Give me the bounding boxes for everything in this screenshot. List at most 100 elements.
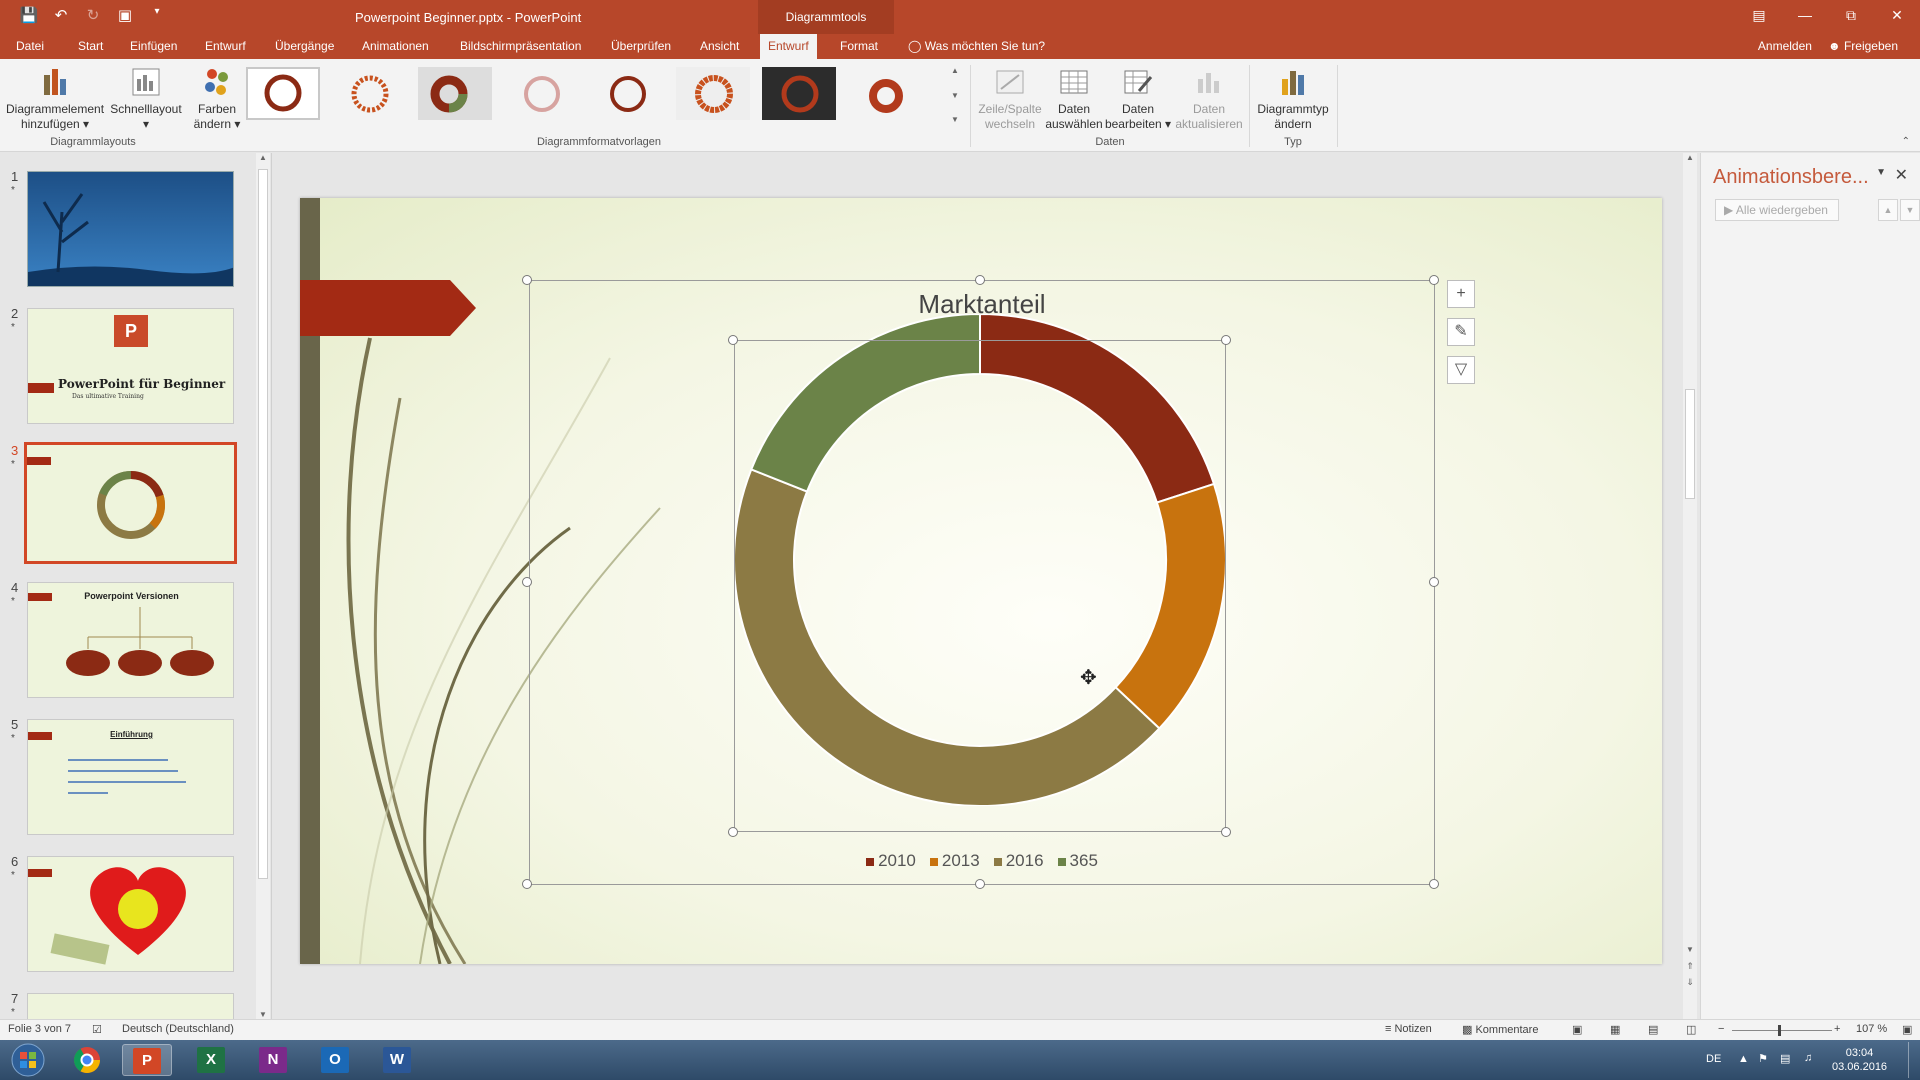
- tray-expand-icon[interactable]: ▲: [1738, 1053, 1749, 1065]
- restore-icon[interactable]: ⧉: [1828, 0, 1874, 30]
- taskbar-app-powerpoint[interactable]: P: [122, 1044, 172, 1076]
- close-pane-icon[interactable]: ✕: [1895, 165, 1908, 185]
- slideshow-view-icon[interactable]: ◫: [1686, 1023, 1696, 1036]
- taskbar-app-onenote[interactable]: N: [248, 1044, 298, 1076]
- language-indicator[interactable]: Deutsch (Deutschland): [122, 1023, 234, 1035]
- taskbar-app-word[interactable]: W: [372, 1044, 422, 1076]
- undo-icon[interactable]: ↶: [50, 6, 72, 24]
- donut-segment-2010[interactable]: [979, 314, 1216, 504]
- scroll-up-icon[interactable]: ▲: [1683, 153, 1697, 162]
- select-data-button[interactable]: Daten auswählen: [1044, 65, 1104, 132]
- gallery-up-icon[interactable]: ▲: [951, 66, 963, 75]
- taskbar-app-outlook[interactable]: O: [310, 1044, 360, 1076]
- chart-style-2[interactable]: [332, 67, 406, 120]
- chart-style-4[interactable]: [504, 67, 578, 120]
- slide-thumbnail-3[interactable]: [24, 442, 237, 564]
- tell-me-box[interactable]: ◯ Was möchten Sie tun?: [900, 34, 1053, 59]
- donut-segment-365[interactable]: [749, 314, 981, 493]
- resize-handle[interactable]: [1429, 577, 1439, 587]
- zoom-slider[interactable]: [1732, 1030, 1832, 1031]
- reading-view-icon[interactable]: ▤: [1648, 1023, 1658, 1036]
- slide-canvas[interactable]: Marktanteil 2010 2013 2016 365: [300, 198, 1662, 964]
- resize-handle[interactable]: [522, 275, 532, 285]
- next-slide-icon[interactable]: ⇓: [1683, 977, 1697, 988]
- notes-button[interactable]: ≡ Notizen: [1385, 1023, 1432, 1035]
- start-button[interactable]: [2, 1043, 54, 1077]
- resize-handle[interactable]: [522, 577, 532, 587]
- collapse-ribbon-icon[interactable]: ⌃: [1902, 136, 1910, 147]
- chart-style-3[interactable]: [418, 67, 492, 120]
- redo-icon[interactable]: ↻: [82, 6, 104, 24]
- slide-thumbnail-4[interactable]: Powerpoint Versionen: [27, 582, 234, 698]
- minimize-icon[interactable]: —: [1782, 0, 1828, 30]
- resize-handle[interactable]: [975, 275, 985, 285]
- comments-button[interactable]: ▩ Kommentare: [1462, 1023, 1538, 1036]
- tab-uebergaenge[interactable]: Übergänge: [267, 34, 342, 59]
- plot-resize-handle[interactable]: [1221, 335, 1231, 345]
- chart-style-5[interactable]: [590, 67, 664, 120]
- zoom-out-icon[interactable]: −: [1718, 1023, 1724, 1035]
- resize-handle[interactable]: [1429, 879, 1439, 889]
- clock[interactable]: 03:04 03.06.2016: [1832, 1046, 1887, 1074]
- tab-chart-format[interactable]: Format: [832, 34, 886, 59]
- chart-style-7[interactable]: [762, 67, 836, 120]
- customize-toolbar-icon[interactable]: ▾: [146, 6, 168, 24]
- zoom-in-icon[interactable]: +: [1834, 1023, 1840, 1035]
- normal-view-icon[interactable]: ▣: [1572, 1023, 1582, 1036]
- change-chart-type-button[interactable]: Diagrammtyp ändern: [1254, 65, 1332, 132]
- tab-einfuegen[interactable]: Einfügen: [122, 34, 185, 59]
- network-icon[interactable]: ▤: [1780, 1052, 1790, 1065]
- scroll-up-icon[interactable]: ▲: [256, 153, 270, 162]
- slide-thumbnail-6[interactable]: [27, 856, 234, 972]
- resize-handle[interactable]: [975, 879, 985, 889]
- move-down-button[interactable]: ▼: [1900, 199, 1920, 221]
- slide-sorter-icon[interactable]: ▦: [1610, 1023, 1620, 1036]
- chart-styles-button[interactable]: ✎: [1447, 318, 1475, 346]
- slide-thumbnail-7[interactable]: [27, 993, 234, 1019]
- ribbon-display-icon[interactable]: ▤: [1736, 0, 1782, 30]
- chart-style-1[interactable]: [246, 67, 320, 120]
- refresh-data-button[interactable]: Daten aktualisieren: [1174, 65, 1244, 132]
- scroll-thumb[interactable]: [258, 169, 268, 879]
- tab-ueberpruefen[interactable]: Überprüfen: [603, 34, 679, 59]
- save-icon[interactable]: 💾: [18, 6, 40, 24]
- gallery-down-icon[interactable]: ▼: [951, 91, 963, 100]
- scroll-thumb[interactable]: [1685, 389, 1695, 499]
- previous-slide-icon[interactable]: ⇑: [1683, 961, 1697, 972]
- scroll-down-icon[interactable]: ▼: [1683, 945, 1697, 954]
- slide-thumbnail-5[interactable]: Einführung: [27, 719, 234, 835]
- pane-options-icon[interactable]: ▼: [1876, 167, 1886, 178]
- chart-style-6[interactable]: [676, 67, 750, 120]
- chart-elements-button[interactable]: +: [1447, 280, 1475, 308]
- zoom-slider-thumb[interactable]: [1778, 1025, 1781, 1036]
- input-language[interactable]: DE: [1706, 1053, 1721, 1065]
- tab-animationen[interactable]: Animationen: [354, 34, 437, 59]
- plot-resize-handle[interactable]: [1221, 827, 1231, 837]
- tab-ansicht[interactable]: Ansicht: [692, 34, 747, 59]
- slide-thumbnail-2[interactable]: P PowerPoint für Beginner Das ultimative…: [27, 308, 234, 424]
- start-presentation-icon[interactable]: ▣: [114, 6, 136, 24]
- donut-segment-2016[interactable]: [734, 468, 1161, 806]
- taskbar-app-chrome[interactable]: [62, 1044, 112, 1076]
- gallery-scroll[interactable]: ▲ ▼ ▼: [951, 66, 963, 124]
- edit-data-button[interactable]: Daten bearbeiten ▾: [1104, 65, 1172, 132]
- chart-legend[interactable]: 2010 2013 2016 365: [529, 851, 1435, 871]
- plot-resize-handle[interactable]: [728, 335, 738, 345]
- scroll-down-icon[interactable]: ▼: [256, 1010, 270, 1019]
- donut-segment-2013[interactable]: [1114, 482, 1226, 730]
- share-button[interactable]: ☻ Freigeben: [1828, 34, 1898, 59]
- action-center-flag-icon[interactable]: ⚑: [1758, 1052, 1768, 1065]
- editor-scrollbar[interactable]: ▲ ▼ ⇑ ⇓: [1683, 153, 1697, 1019]
- tab-bildschirmpraesentation[interactable]: Bildschirmpräsentation: [452, 34, 589, 59]
- slide-thumbnail-1[interactable]: [27, 171, 234, 287]
- fit-slide-icon[interactable]: ▣: [1902, 1023, 1912, 1036]
- gallery-more-icon[interactable]: ▼: [951, 115, 963, 124]
- resize-handle[interactable]: [1429, 275, 1439, 285]
- resize-handle[interactable]: [522, 879, 532, 889]
- play-all-button[interactable]: ▶ Alle wiedergeben: [1715, 199, 1839, 221]
- volume-icon[interactable]: ♫: [1804, 1052, 1812, 1064]
- tab-start[interactable]: Start: [70, 34, 111, 59]
- add-chart-element-button[interactable]: Diagrammelement hinzufügen ▾: [6, 65, 104, 132]
- zoom-level[interactable]: 107 %: [1856, 1023, 1887, 1035]
- spellcheck-icon[interactable]: ☑: [92, 1023, 102, 1036]
